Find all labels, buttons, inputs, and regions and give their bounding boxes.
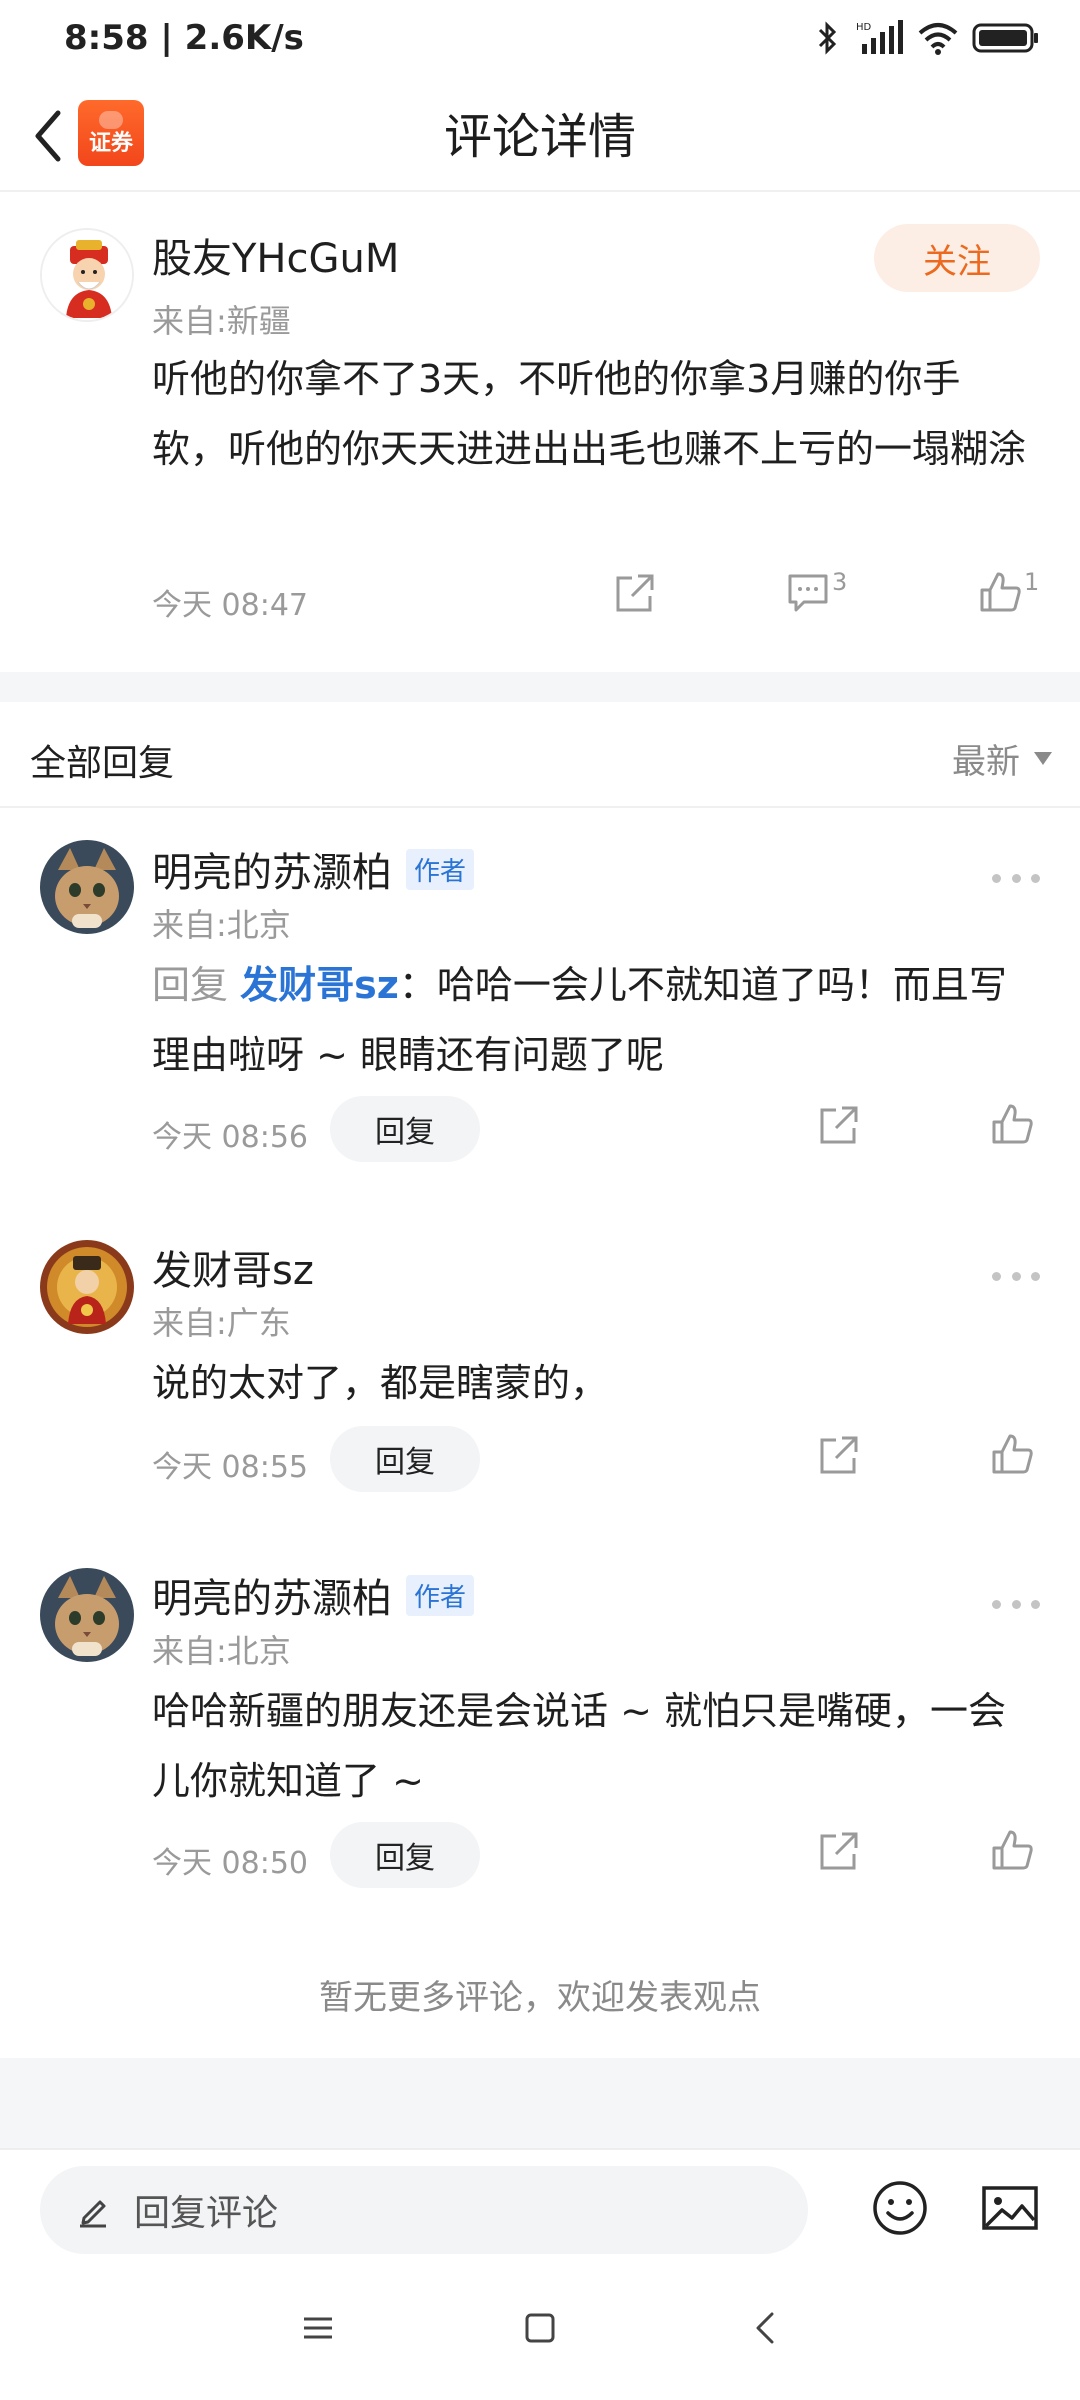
reply-button[interactable]: 回复: [330, 1096, 480, 1162]
more-options-button[interactable]: [992, 868, 1040, 888]
menu-icon: [304, 2317, 332, 2339]
fortune-god-avatar-icon: [42, 230, 132, 320]
reply-prefix: 回复: [152, 963, 229, 1007]
nav-home-button[interactable]: [522, 2310, 558, 2350]
bottom-spacer: [0, 2058, 1080, 2148]
comment-text: 哈哈新疆的朋友还是会说话 ~ 就怕只是嘴硬，一会儿你就知道了 ~: [152, 1689, 1007, 1803]
comment-time: 今天 08:47: [152, 588, 308, 623]
sort-label: 最新: [952, 742, 1020, 782]
comment-icon: [788, 574, 828, 612]
signal-icon: HD: [856, 20, 903, 54]
comment-time: 今天 08:55: [152, 1450, 308, 1485]
status-time: 8:58 | 2.6K/s: [64, 18, 304, 58]
username[interactable]: 发财哥sz: [152, 1238, 314, 1296]
reply-item: 明亮的苏灏柏 作者 来自:北京 哈哈新疆的朋友还是会说话 ~ 就怕只是嘴硬，一会儿…: [0, 1536, 1080, 1916]
follow-button[interactable]: 关注: [874, 224, 1040, 292]
more-dots-icon: [992, 1599, 1001, 1609]
section-divider: [0, 672, 1080, 702]
system-nav-bar: [0, 2272, 1080, 2400]
username[interactable]: 明亮的苏灏柏 作者: [152, 840, 475, 898]
reply-button[interactable]: 回复: [330, 1426, 480, 1492]
thumbs-up-icon: [992, 1830, 1033, 1870]
share-icon: [820, 1106, 858, 1144]
more-options-button[interactable]: [992, 1594, 1040, 1614]
comment-time: 今天 08:56: [152, 1120, 308, 1155]
more-dots-icon: [992, 1271, 1001, 1281]
like-button[interactable]: [990, 1432, 1034, 1476]
author-badge: 作者: [406, 849, 475, 890]
mention-link[interactable]: 发财哥sz: [240, 963, 399, 1007]
like-button[interactable]: 1: [978, 570, 1039, 614]
thumbs-up-icon: [992, 1104, 1033, 1144]
image-button[interactable]: [980, 2178, 1040, 2242]
share-button[interactable]: [816, 1830, 860, 1874]
image-icon: [982, 2186, 1038, 2230]
user-location: 来自:北京: [152, 1632, 291, 1670]
more-options-button[interactable]: [992, 1266, 1040, 1286]
comment-count-button[interactable]: 3: [786, 570, 847, 614]
wifi-icon: [918, 23, 958, 55]
avatar[interactable]: [40, 1568, 134, 1662]
username[interactable]: 股友YHcGuM: [152, 226, 399, 284]
replies-title: 全部回复: [30, 743, 175, 784]
bluetooth-icon: [818, 21, 837, 55]
no-more-comments-note: 暂无更多评论，欢迎发表观点: [319, 1978, 761, 2018]
replies-header: 全部回复 最新: [0, 702, 1080, 808]
cat-avatar-icon: [40, 1568, 134, 1662]
comment-text: 听他的你拿不了3天，不听他的你拿3月赚的你手软，听他的你天天进进出出毛也赚不上亏…: [152, 357, 1027, 471]
comment-text: 回复 发财哥sz：哈哈一会儿不就知道了吗！而且写理由啦呀 ~ 眼睛还有问题了呢: [152, 950, 1032, 1090]
username-text: 明亮的苏灏柏: [152, 850, 392, 896]
reply-item: 发财哥sz 来自:广东 说的太对了，都是瞎蒙的， 今天 08:55 回复: [0, 1208, 1080, 1518]
like-count: 1: [1024, 568, 1040, 596]
dropdown-arrow-icon: [1034, 752, 1052, 765]
nav-menu-button[interactable]: [300, 2310, 336, 2350]
more-dots-icon: [992, 873, 1001, 883]
reply-item: 明亮的苏灏柏 作者 来自:北京 回复 发财哥sz：哈哈一会儿不就知道了吗！而且写理…: [0, 810, 1080, 1190]
status-bar: 8:58 | 2.6K/s HD: [0, 0, 1080, 84]
comment-time: 今天 08:50: [152, 1846, 308, 1881]
user-location: 来自:广东: [152, 1304, 291, 1342]
username-text: 明亮的苏灏柏: [152, 1576, 392, 1622]
svg-text:HD: HD: [856, 22, 872, 33]
comment-count: 3: [832, 568, 848, 596]
comment-text: 说的太对了，都是瞎蒙的，: [152, 1361, 609, 1405]
avatar[interactable]: [40, 840, 134, 934]
author-badge: 作者: [406, 1575, 475, 1616]
deity-avatar-icon: [40, 1240, 134, 1334]
page-title: 评论详情: [443, 109, 636, 165]
avatar[interactable]: [40, 1240, 134, 1334]
cat-avatar-icon: [40, 840, 134, 934]
pencil-icon: [80, 2200, 106, 2228]
header-bar: 证券 评论详情: [0, 84, 1080, 192]
sort-dropdown[interactable]: 最新: [952, 734, 1052, 783]
comment-input-bar: 回复评论: [0, 2148, 1080, 2272]
smiley-icon: [873, 2181, 927, 2235]
share-button[interactable]: [612, 572, 656, 616]
share-icon: [820, 1436, 858, 1474]
user-location: 来自:新疆: [152, 302, 291, 340]
reply-comment-input[interactable]: 回复评论: [40, 2166, 808, 2254]
square-home-icon: [525, 2313, 555, 2343]
nav-back-button[interactable]: [748, 2310, 784, 2350]
user-location: 来自:北京: [152, 906, 291, 944]
back-triangle-icon: [756, 2312, 774, 2344]
main-comment: 股友YHcGuM 来自:新疆 关注 听他的你拿不了3天，不听他的你拿3月赚的你手…: [0, 194, 1080, 672]
thumbs-up-icon: [992, 1434, 1033, 1474]
share-icon: [616, 574, 654, 612]
like-button[interactable]: [990, 1828, 1034, 1872]
share-button[interactable]: [816, 1434, 860, 1478]
avatar[interactable]: [40, 228, 134, 322]
thumbs-up-icon: [980, 572, 1021, 612]
username[interactable]: 明亮的苏灏柏 作者: [152, 1566, 475, 1624]
status-icons: HD: [814, 20, 1040, 56]
share-button[interactable]: [816, 1104, 860, 1148]
share-icon: [820, 1832, 858, 1870]
reply-button[interactable]: 回复: [330, 1822, 480, 1888]
input-placeholder: 回复评论: [134, 2193, 279, 2234]
like-button[interactable]: [990, 1102, 1034, 1146]
emoji-button[interactable]: [870, 2178, 930, 2242]
battery-icon: [972, 23, 1038, 53]
